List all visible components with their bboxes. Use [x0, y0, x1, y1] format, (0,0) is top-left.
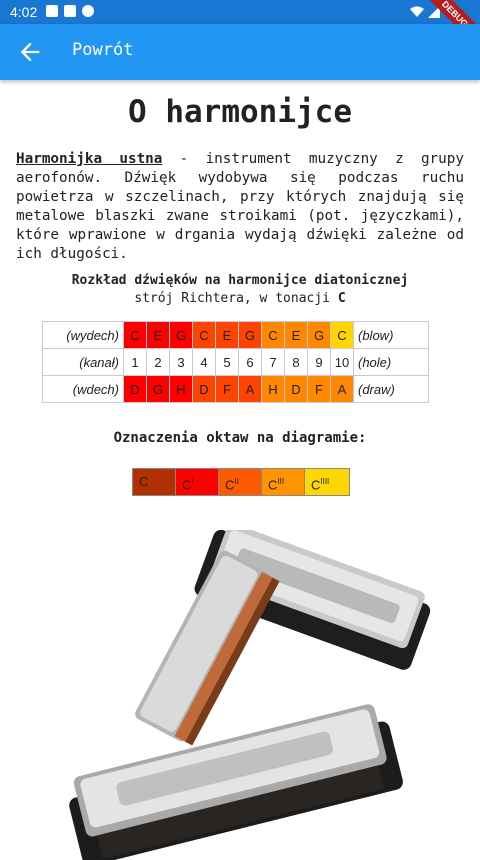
- blow-note-cell: G: [307, 321, 331, 349]
- table-caption: Rozkład dźwięków na harmonijce diatonicz…: [71, 273, 409, 288]
- draw-note-cell: H: [169, 375, 193, 403]
- tuning-key: C: [337, 291, 346, 306]
- android-icon: [46, 5, 58, 17]
- draw-note-cell: G: [146, 375, 170, 403]
- hole-number-cell: 4: [192, 348, 216, 376]
- blow-note-cell: E: [146, 321, 170, 349]
- draw-note-cell: F: [307, 375, 331, 403]
- tuning-caption: strój Richtera, w tonacji C: [0, 291, 480, 306]
- description-text: - instrument muzyczny z grupy aerofonów.…: [16, 151, 464, 262]
- octave-legend-item: CIIII: [305, 469, 349, 495]
- octave-legend: C CI CII CIII CIIII: [132, 468, 350, 496]
- blow-note-cell: E: [284, 321, 308, 349]
- draw-note-cell: H: [261, 375, 285, 403]
- blow-note-cell: C: [330, 321, 354, 349]
- hole-number-cell: 3: [169, 348, 193, 376]
- harmonica-table: (wydech) C E G C E G C E G C (blow) (kanał) 123456…: [42, 321, 429, 403]
- term-link[interactable]: Harmonijka ustna: [16, 151, 162, 167]
- blow-note-cell: C: [123, 321, 147, 349]
- hole-number-cell: 10: [330, 348, 354, 376]
- sd-card-icon: [64, 5, 76, 17]
- system-icons: [410, 6, 440, 18]
- draw-note-cell: A: [330, 375, 354, 403]
- app-bar: Powrót: [0, 24, 480, 80]
- status-bar: 4:02 DEBUG: [0, 0, 480, 52]
- hole-number-cell: 9: [307, 348, 331, 376]
- notification-icons: [46, 5, 94, 17]
- draw-note-cell: D: [192, 375, 216, 403]
- hole-row: (kanał) 1 2 3 4 5 6 7 8 9 10 (hole): [42, 348, 429, 376]
- wifi-icon: [410, 6, 424, 17]
- tuning-prefix: strój Richtera, w tonacji: [134, 291, 338, 306]
- status-time: 4:02: [10, 4, 38, 20]
- blow-note-cell: G: [238, 321, 262, 349]
- draw-note-cell: F: [215, 375, 239, 403]
- back-label[interactable]: Powrót: [72, 40, 133, 60]
- octave-legend-item: C: [133, 469, 176, 495]
- hole-label-right: (hole): [353, 348, 429, 376]
- octave-legend-item: CIII: [262, 469, 305, 495]
- sync-icon: [82, 5, 94, 17]
- blow-note-cell: E: [215, 321, 239, 349]
- hole-number-cell: 5: [215, 348, 239, 376]
- blow-row: (wydech) C E G C E G C E G C (blow): [42, 321, 429, 349]
- description: Harmonijka ustna - instrument muzyczny z…: [16, 150, 464, 264]
- blow-label-right: (blow): [353, 321, 429, 349]
- draw-note-cell: D: [123, 375, 147, 403]
- hole-number-cell: 1: [123, 348, 147, 376]
- harmonica-image: [69, 530, 431, 860]
- draw-label-left: (wdech): [42, 375, 124, 403]
- draw-note-cell: A: [238, 375, 262, 403]
- page-title: O harmonijce: [128, 94, 352, 130]
- octaves-title: Oznaczenia oktaw na diagramie:: [113, 430, 367, 446]
- hole-number-cell: 7: [261, 348, 285, 376]
- hole-number-cell: 2: [146, 348, 170, 376]
- blow-note-cell: C: [261, 321, 285, 349]
- draw-row: (wdech) D G H D F A H D F A (draw): [42, 375, 429, 403]
- blow-note-cell: G: [169, 321, 193, 349]
- draw-label-right: (draw): [353, 375, 429, 403]
- blow-label-left: (wydech): [42, 321, 124, 349]
- back-arrow-icon[interactable]: [16, 38, 44, 66]
- octave-legend-item: CII: [219, 469, 262, 495]
- hole-label-left: (kanał): [42, 348, 124, 376]
- blow-note-cell: C: [192, 321, 216, 349]
- hole-number-cell: 6: [238, 348, 262, 376]
- hole-number-cell: 8: [284, 348, 308, 376]
- draw-note-cell: D: [284, 375, 308, 403]
- octave-legend-item: CI: [176, 469, 219, 495]
